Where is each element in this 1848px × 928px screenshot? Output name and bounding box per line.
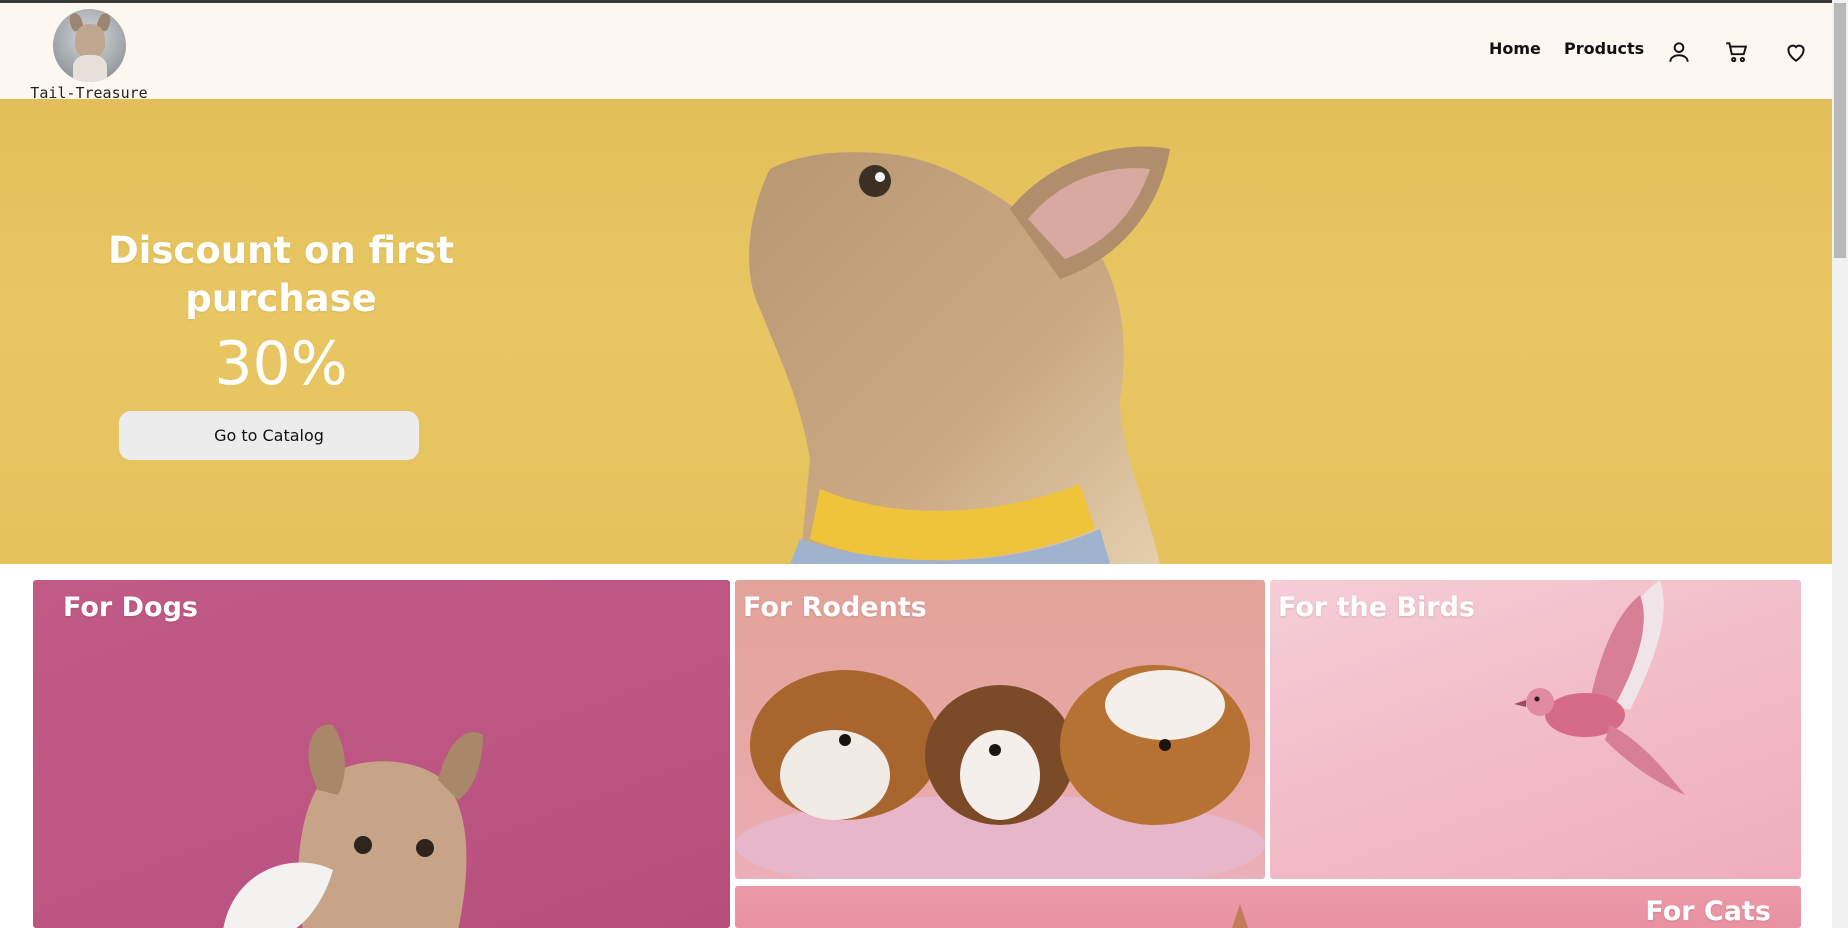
site-header: Tail-Treasure Home Products (0, 3, 1832, 102)
category-cats-tile[interactable]: For Cats (735, 886, 1801, 928)
category-dogs-label: For Dogs (63, 592, 198, 623)
user-icon[interactable] (1666, 39, 1692, 65)
nav-home-link[interactable]: Home (1489, 39, 1541, 58)
scrollbar-thumb[interactable] (1834, 3, 1846, 258)
category-birds-label: For the Birds (1278, 592, 1476, 623)
guinea-pigs-image (735, 665, 1265, 879)
hero-discount: 30% (214, 329, 348, 399)
brand-logo (52, 9, 126, 82)
logo-link[interactable]: Tail-Treasure (30, 6, 148, 102)
hero-dog-image (749, 146, 1170, 564)
bird-image (1514, 580, 1685, 795)
page-scrollbar[interactable] (1832, 0, 1848, 928)
cart-icon[interactable] (1724, 39, 1750, 65)
hero-promo: Discount on first purchase 30% (100, 227, 462, 399)
category-rodents-tile[interactable]: For Rodents (735, 580, 1265, 879)
category-rodents-label: For Rodents (743, 592, 927, 623)
hero-title: Discount on first purchase (107, 229, 455, 320)
hero-banner: Discount on first purchase 30% Go to Cat… (0, 99, 1832, 564)
nav-products-link[interactable]: Products (1564, 39, 1644, 58)
heart-icon[interactable] (1783, 39, 1809, 65)
category-cats-label: For Cats (1645, 896, 1771, 927)
category-birds-tile[interactable]: For the Birds (1270, 580, 1801, 879)
category-dogs-tile[interactable]: For Dogs (33, 580, 730, 928)
dog-image (223, 724, 483, 928)
go-to-catalog-button[interactable]: Go to Catalog (119, 411, 419, 460)
cat-ear-image (1232, 904, 1248, 928)
